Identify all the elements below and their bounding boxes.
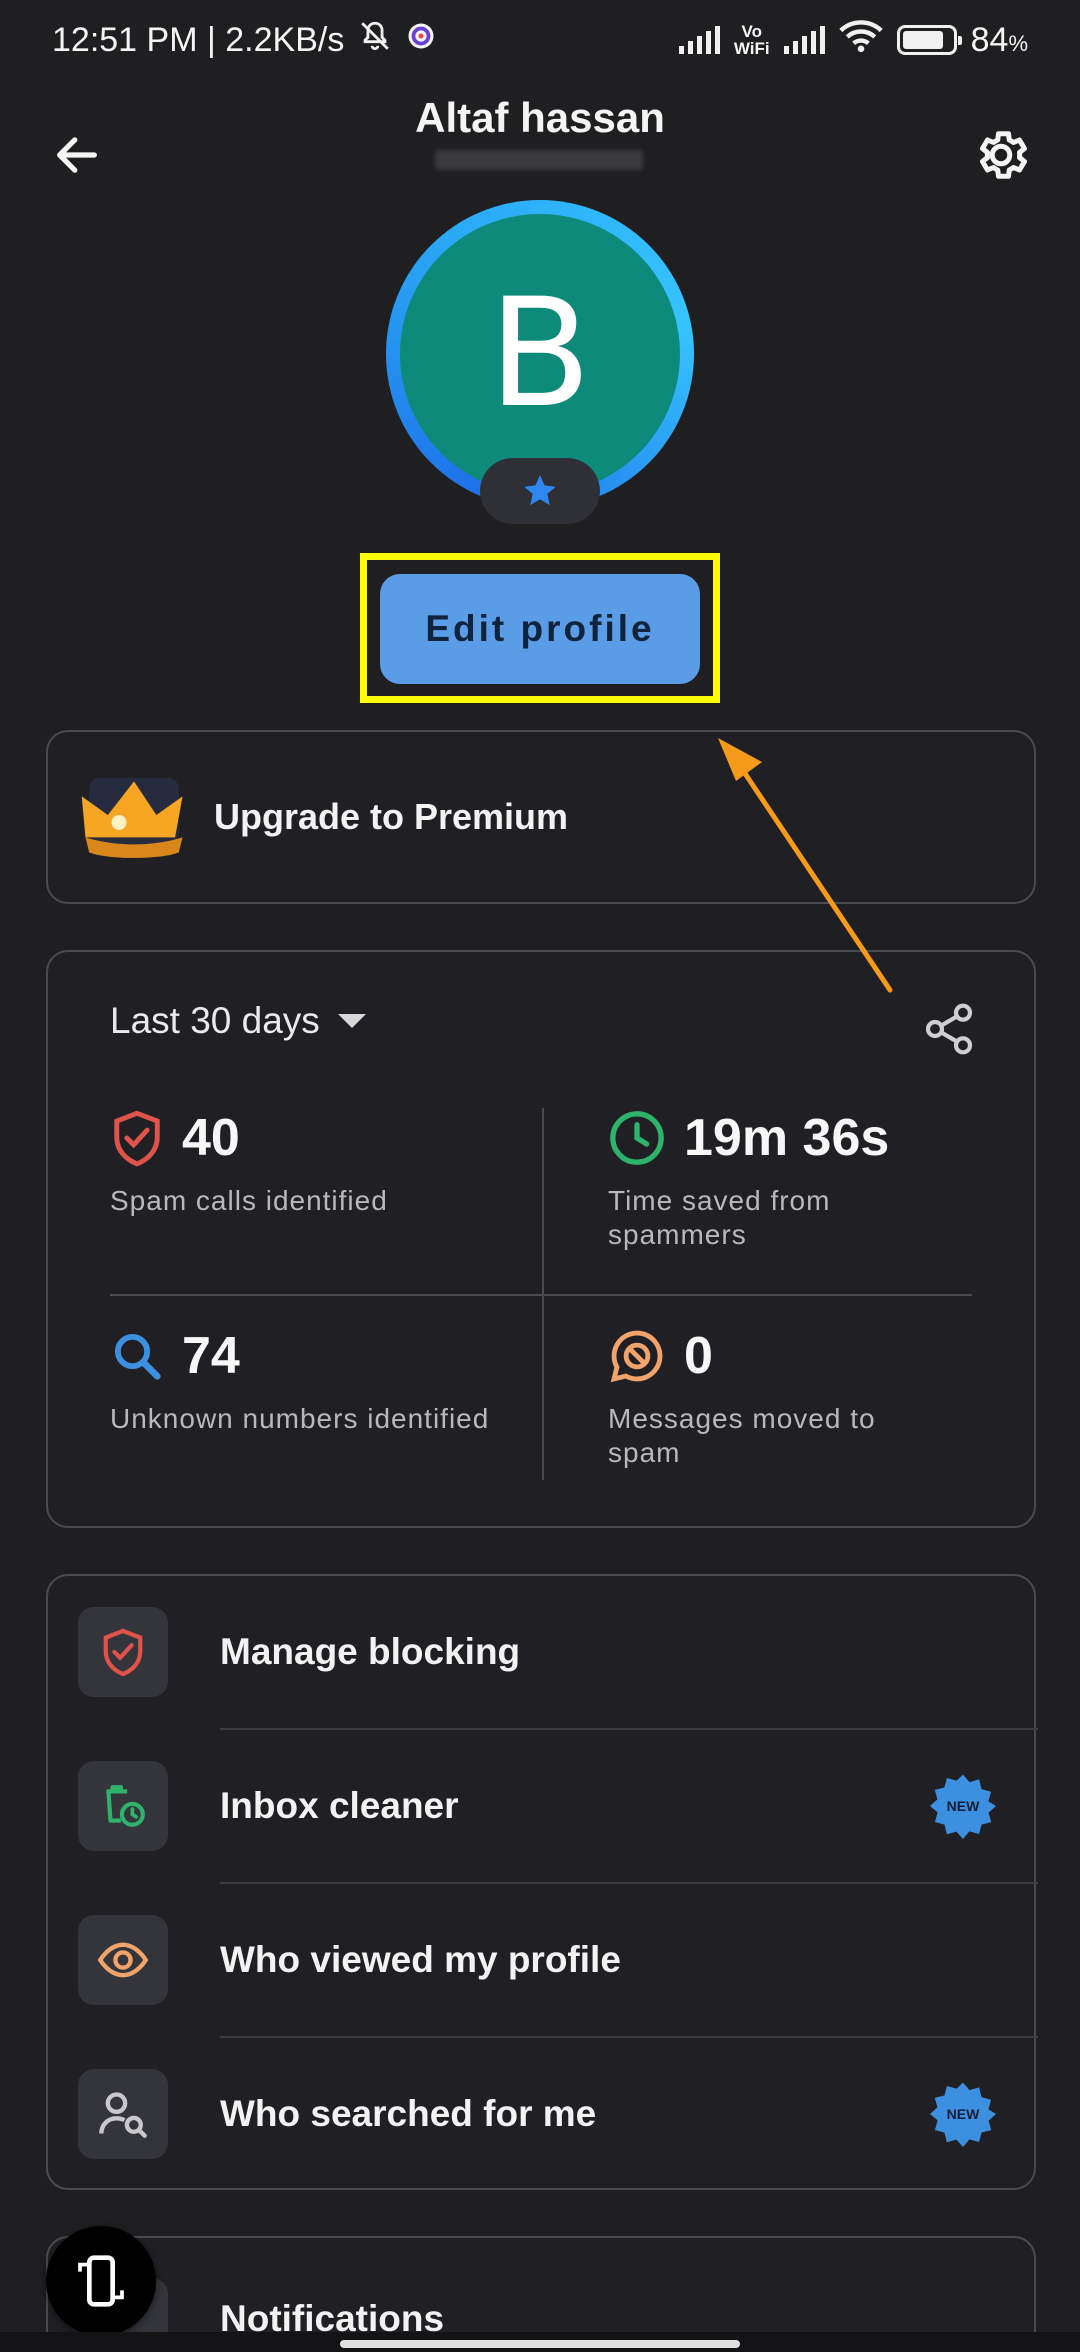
new-badge: NEW — [930, 1773, 996, 1839]
status-right: Vo WiFi 84% — [678, 19, 1028, 62]
battery-text: 84% — [971, 21, 1028, 60]
battery-unit: % — [1008, 30, 1028, 56]
stats-card: Last 30 days 40 Spam calls identified 19… — [46, 950, 1036, 1528]
status-left: 12:51 PM | 2.2KB/s — [52, 19, 436, 62]
stats-divider-horizontal — [110, 1294, 972, 1296]
stat-spam-calls: 40 Spam calls identified — [110, 1108, 510, 1218]
battery-value: 84 — [970, 20, 1009, 59]
menu-item-who-searched[interactable]: Who searched for me NEW — [48, 2038, 1038, 2190]
stat-messages-spam: 0 Messages moved to spam — [608, 1326, 948, 1470]
clock-icon — [610, 1111, 664, 1165]
period-dropdown[interactable]: Last 30 days — [110, 1000, 366, 1042]
verified-badge — [480, 458, 600, 524]
app-notification-icon — [406, 21, 436, 60]
battery-fill — [902, 31, 943, 49]
menu-label-who-viewed: Who viewed my profile — [220, 1939, 621, 1980]
vowifi-bottom: WiFi — [733, 39, 770, 58]
avatar: B — [400, 214, 680, 494]
stat-spam-calls-value: 40 — [182, 1109, 240, 1167]
battery-icon — [896, 25, 962, 55]
period-label: Last 30 days — [110, 1000, 320, 1041]
menu-icon-box — [78, 1607, 168, 1697]
stat-messages-spam-label: Messages moved to spam — [608, 1403, 876, 1468]
stat-unknown-numbers: 74 Unknown numbers identified — [110, 1326, 510, 1436]
search-icon — [114, 1333, 161, 1380]
stat-time-saved-label: Time saved from spammers — [608, 1185, 831, 1250]
chevron-down-icon — [337, 1014, 366, 1028]
menu-item-who-viewed[interactable]: Who viewed my profile — [48, 1884, 1038, 2036]
menu-icon-box — [78, 1915, 168, 2005]
shield-check-icon — [103, 1628, 143, 1677]
share-button[interactable] — [914, 994, 984, 1064]
rotate-icon — [78, 2255, 124, 2307]
menu-item-inbox-cleaner[interactable]: Inbox cleaner NEW — [48, 1730, 1038, 1882]
redacted-phone-number — [435, 150, 643, 170]
user-search-icon — [99, 2092, 147, 2138]
upgrade-premium-label: Upgrade to Premium — [214, 796, 569, 837]
menu-label-who-searched: Who searched for me — [220, 2093, 597, 2134]
menu-card: Manage blocking Inbox cleaner NEW Who vi… — [46, 1574, 1038, 2190]
profile-name: Altaf hassan — [415, 94, 665, 141]
new-badge-label: NEW — [946, 2106, 980, 2122]
blocked-message-icon — [610, 1330, 663, 1383]
muted-bell-icon — [358, 19, 392, 62]
eye-icon — [97, 1942, 149, 1978]
trash-clock-icon — [106, 1785, 145, 1827]
vowifi-indicator: Vo WiFi — [734, 23, 770, 57]
edit-profile-button[interactable]: Edit profile — [380, 574, 700, 684]
crown-icon — [78, 765, 190, 870]
avatar-container[interactable]: B — [386, 200, 694, 524]
new-badge-label: NEW — [946, 1798, 980, 1814]
signal-2-icon — [783, 26, 825, 54]
status-bar: 12:51 PM | 2.2KB/s Vo WiFi 84% — [0, 0, 1080, 80]
wifi-icon — [838, 19, 883, 62]
home-indicator[interactable] — [340, 2340, 740, 2348]
status-time: 12:51 PM | 2.2KB/s — [52, 20, 345, 59]
stat-messages-spam-value: 0 — [684, 1327, 713, 1385]
star-icon — [524, 475, 556, 506]
stat-time-saved: 19m 36s Time saved from spammers — [608, 1108, 948, 1252]
stat-spam-calls-label: Spam calls identified — [110, 1185, 388, 1216]
stat-unknown-numbers-label: Unknown numbers identified — [110, 1403, 490, 1434]
menu-label-inbox-cleaner: Inbox cleaner — [220, 1785, 459, 1826]
shield-check-icon — [114, 1110, 160, 1167]
upgrade-premium-card[interactable]: Upgrade to Premium — [46, 730, 1036, 904]
share-icon — [925, 1003, 973, 1055]
menu-icon-box — [78, 2069, 168, 2159]
rotate-screen-button[interactable] — [46, 2226, 156, 2336]
signal-icon — [678, 26, 720, 54]
menu-icon-box — [78, 1761, 168, 1851]
stat-time-saved-value: 19m 36s — [684, 1109, 890, 1167]
stat-unknown-numbers-value: 74 — [182, 1327, 240, 1385]
new-badge: NEW — [930, 2081, 996, 2147]
menu-label-manage-blocking: Manage blocking — [220, 1631, 521, 1672]
settings-button[interactable] — [968, 122, 1034, 188]
gear-icon — [980, 131, 1027, 179]
menu-item-manage-blocking[interactable]: Manage blocking — [48, 1576, 1038, 1728]
